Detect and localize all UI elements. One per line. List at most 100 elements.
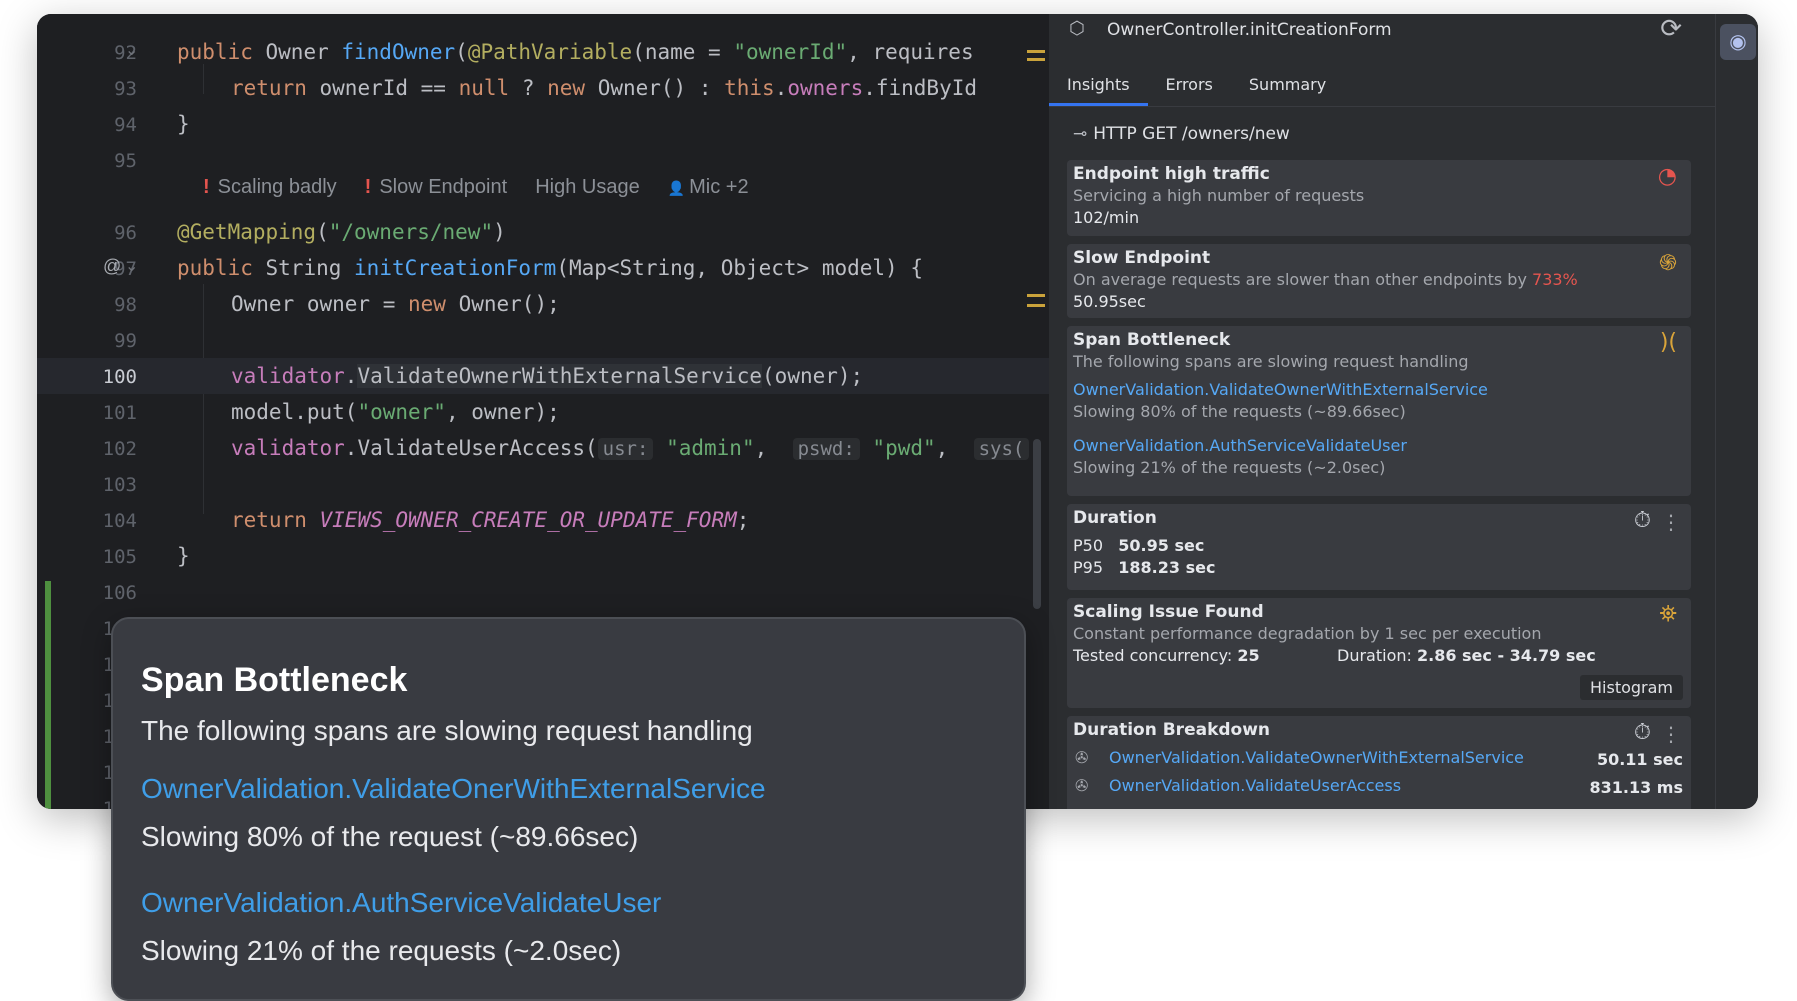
endpoint-route[interactable]: ⊸ HTTP GET /owners/new [1073,124,1290,144]
popup-span-desc: Slowing 80% of the request (~89.66sec) [141,821,639,852]
span-link[interactable]: OwnerValidation.AuthServiceValidateUser [1073,436,1407,455]
code-line[interactable]: 106 [37,574,1049,610]
card-title: Slow Endpoint [1073,248,1211,268]
line-number: 96 [114,222,137,244]
card-scaling-issue[interactable]: Scaling Issue Found Constant performance… [1067,598,1691,708]
code-line[interactable]: 96 @GetMapping("/owners/new") [37,214,1049,250]
line-number: 99 [114,330,137,352]
code-insights-inlay[interactable]: ! Scaling badly ! Slow Endpoint High Usage… [203,170,749,204]
popup-span-link[interactable]: OwnerValidation.AuthServiceValidateUser [141,887,661,919]
slow-endpoint-insight[interactable]: ! Slow Endpoint [365,176,508,199]
more-options-icon[interactable]: ⋮ [1661,510,1681,534]
code-line[interactable]: 105 } [37,538,1049,574]
card-subtitle: Constant performance degradation by 1 se… [1073,624,1542,643]
code-line[interactable]: 102 validator.ValidateUserAccess(usr: "a… [37,430,1049,466]
code-text: Owner owner = new Owner(); [231,292,560,316]
card-title: Scaling Issue Found [1073,602,1264,622]
panel-header: ⬡ OwnerController.initCreationForm ⟳ Ins… [1049,14,1715,107]
highlighted-method: ValidateOwnerWithExternalService [357,364,763,388]
line-number: 103 [102,474,137,496]
insights-panel: ⬡ OwnerController.initCreationForm ⟳ Ins… [1049,14,1715,809]
tab-insights[interactable]: Insights [1049,64,1148,106]
card-title: Duration [1073,508,1157,528]
panel-title: OwnerController.initCreationForm [1107,20,1392,40]
popup-span-desc: Slowing 21% of the requests (~2.0sec) [141,935,622,966]
code-text: public Owner findOwner(@PathVariable(nam… [177,40,974,64]
card-duration[interactable]: Duration P50 50.95 sec P95 188.23 sec ⏱ … [1067,504,1691,590]
stopwatch-icon: ⏱ [1633,508,1651,533]
tab-errors[interactable]: Errors [1148,64,1231,106]
code-line[interactable]: 101 model.put("owner", owner); [37,394,1049,430]
breakdown-link[interactable]: OwnerValidation.ValidateOwnerWithExterna… [1109,748,1524,767]
param-hint: sys( [973,438,1030,460]
code-line[interactable]: 98 Owner owner = new Owner(); [37,286,1049,322]
breakdown-value: 50.11 sec [1596,750,1683,769]
card-slow-endpoint[interactable]: Slow Endpoint On average requests are sl… [1067,244,1691,318]
span-desc: Slowing 80% of the requests (~89.66sec) [1073,402,1406,421]
warning-marker[interactable] [1027,294,1045,297]
high-usage-insight[interactable]: High Usage [535,176,640,199]
card-duration-breakdown[interactable]: Duration Breakdown ⏱ ⋮ ✇ OwnerValidation… [1067,716,1691,809]
popup-title: Span Bottleneck [141,661,408,699]
duration-range-row: Duration: 2.86 sec - 34.79 sec [1337,646,1596,665]
snail-icon: ֍ [1659,251,1677,276]
span-desc: Slowing 21% of the requests (~2.0sec) [1073,458,1386,477]
telescope-icon: ✇ [1075,748,1089,767]
code-line[interactable]: 103 [37,466,1049,502]
popup-span-link[interactable]: OwnerValidation.ValidateOnerWithExternal… [141,773,766,805]
scaling-icon: ⛯ [1659,602,1677,627]
histogram-button[interactable]: Histogram [1580,675,1683,700]
more-options-icon[interactable]: ⋮ [1661,722,1681,746]
code-text: } [177,544,190,568]
code-text: validator.ValidateUserAccess(usr: "admin… [231,436,1030,460]
code-line-current[interactable]: 100 validator.ValidateOwnerWithExternalS… [37,358,1049,394]
code-text: } [177,112,190,136]
panel-tabs: Insights Errors Summary [1049,64,1344,106]
code-line[interactable]: 104 return VIEWS_OWNER_CREATE_OR_UPDATE_… [37,502,1049,538]
line-number: 106 [102,582,137,604]
users-insight[interactable]: 👤 Mic +2 [668,176,749,199]
line-number: 105 [102,546,137,568]
fold-chevron-icon[interactable]: ⌄ [125,256,138,276]
param-hint: usr: [597,438,654,460]
right-tool-strip: ◉ [1715,14,1758,809]
cube-icon: ⬡ [1069,18,1085,39]
p95-row: P95 188.23 sec [1073,558,1216,577]
code-line[interactable]: 94 } [37,106,1049,142]
card-subtitle: The following spans are slowing request … [1073,352,1469,371]
editor-scrollbar[interactable] [1033,439,1041,609]
code-line[interactable]: 97 @ ⌄ public String initCreationForm(Ma… [37,250,1049,286]
endpoint-gutter-icon[interactable]: @ [103,256,121,277]
line-number: 93 [114,78,137,100]
warning-marker[interactable] [1027,304,1045,307]
warning-marker[interactable] [1027,58,1045,61]
card-high-traffic[interactable]: Endpoint high traffic Servicing a high n… [1067,160,1691,236]
warning-marker[interactable] [1027,50,1045,53]
code-text: public String initCreationForm(Map<Strin… [177,256,923,280]
card-span-bottleneck[interactable]: Span Bottleneck The following spans are … [1067,326,1691,496]
refresh-icon[interactable]: ⟳ [1660,14,1682,44]
span-bottleneck-popup[interactable]: Span Bottleneck The following spans are … [111,617,1026,1001]
card-subtitle: Servicing a high number of requests [1073,186,1365,205]
span-link[interactable]: OwnerValidation.ValidateOwnerWithExterna… [1073,380,1488,399]
breakdown-link[interactable]: OwnerValidation.ValidateUserAccess [1109,776,1401,795]
code-line[interactable]: 92 ⌄ public Owner findOwner(@PathVariabl… [37,34,1049,70]
bottleneck-icon: )( [1659,330,1677,355]
line-number: 100 [102,366,137,388]
code-text: validator.ValidateOwnerWithExternalServi… [231,364,864,388]
code-line[interactable]: 93 return ownerId == null ? new Owner() … [37,70,1049,106]
line-number: 101 [102,402,137,424]
code-text: @GetMapping("/owners/new") [177,220,506,244]
scaling-badly-insight[interactable]: ! Scaling badly [203,176,337,199]
gauge-icon: ◔ [1657,164,1677,189]
tab-summary[interactable]: Summary [1231,64,1344,106]
card-subtitle: On average requests are slower than othe… [1073,270,1578,289]
fold-chevron-icon[interactable]: ⌄ [125,40,138,60]
card-title: Duration Breakdown [1073,720,1271,740]
popup-subtitle: The following spans are slowing request … [141,715,753,746]
code-text: return ownerId == null ? new Owner() : t… [231,76,978,100]
line-number: 95 [114,150,137,172]
code-line[interactable]: 99 [37,322,1049,358]
digma-icon[interactable]: ◉ [1720,24,1756,60]
card-value: 50.95sec [1073,292,1146,311]
